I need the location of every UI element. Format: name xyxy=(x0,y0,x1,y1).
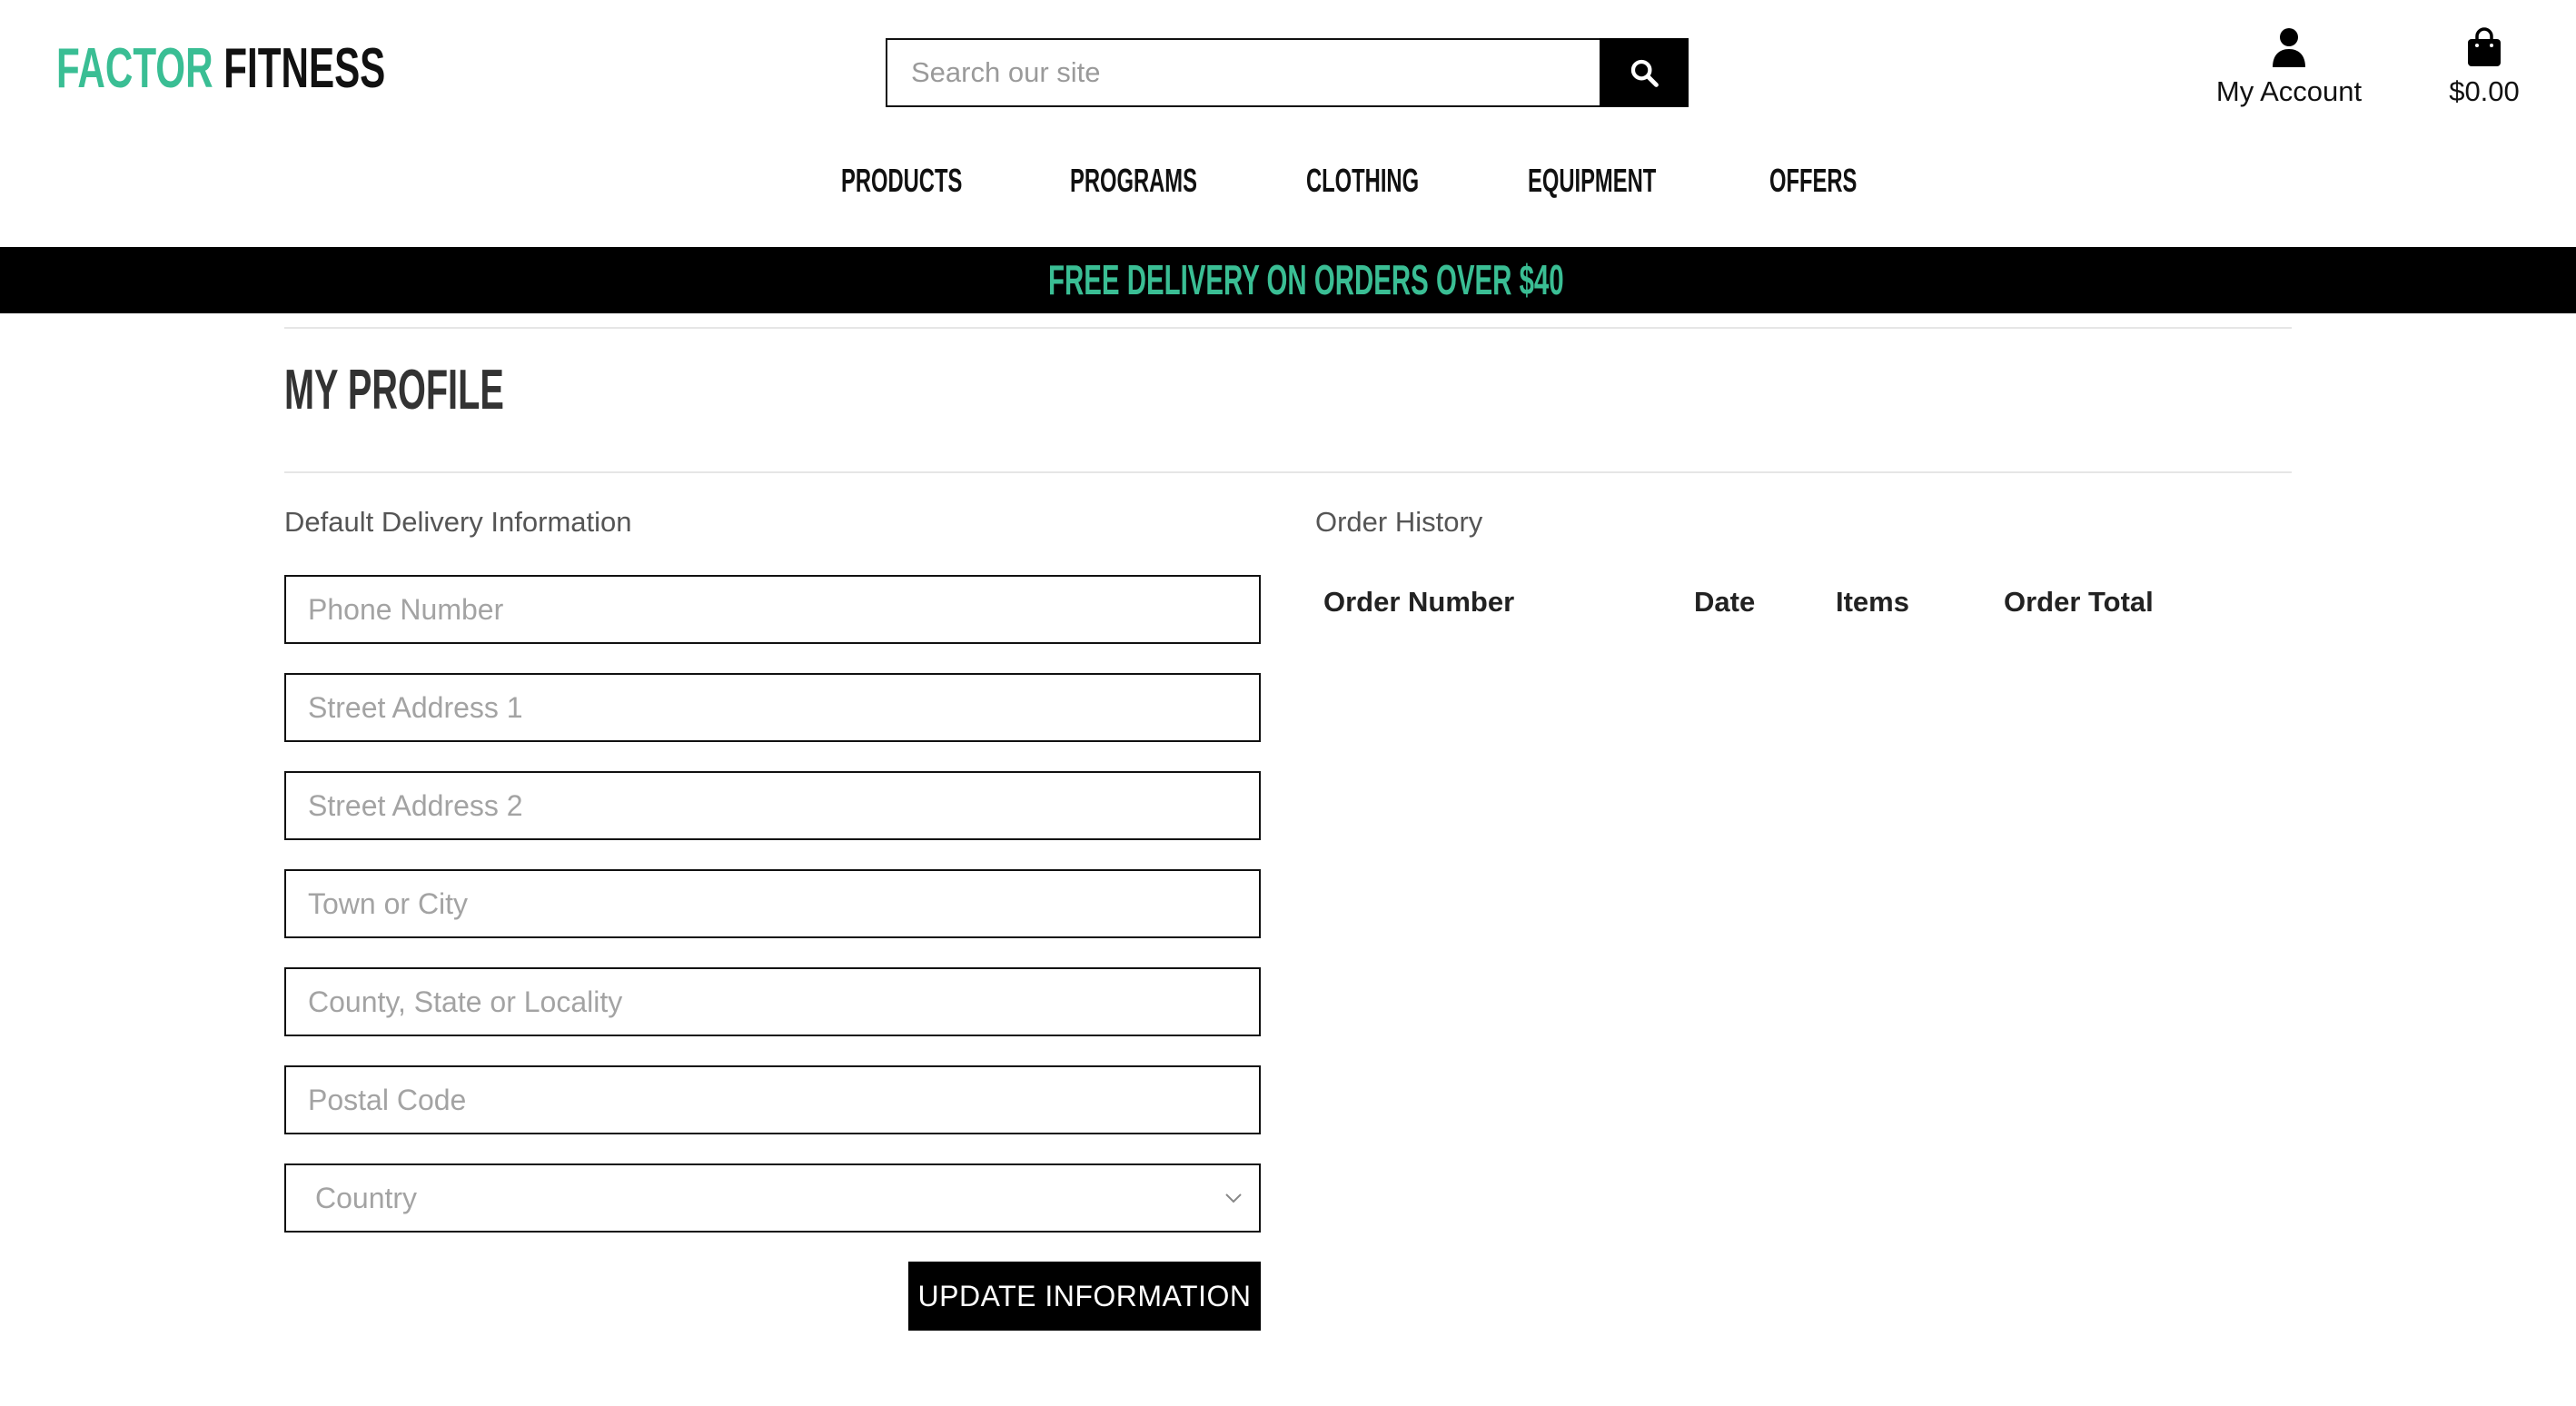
nav-offers[interactable]: OFFERS xyxy=(1769,160,1902,202)
user-icon xyxy=(2273,28,2305,67)
column-items: Items xyxy=(1836,586,1909,618)
shopping-bag-link[interactable]: $0.00 xyxy=(2434,27,2534,108)
street-address-2-field[interactable] xyxy=(284,771,1261,840)
delivery-banner: FREE DELIVERY ON ORDERS OVER $40 xyxy=(0,247,2576,313)
delivery-heading: Default Delivery Information xyxy=(284,506,632,538)
my-account-link[interactable]: My Account xyxy=(2207,27,2371,108)
main-nav: PRODUCTS PROGRAMS CLOTHING EQUIPMENT OFF… xyxy=(0,160,2576,202)
country-select[interactable]: Country xyxy=(284,1163,1261,1233)
bag-total: $0.00 xyxy=(2449,75,2520,107)
page-title: MY PROFILE xyxy=(284,359,504,421)
county-field[interactable] xyxy=(284,967,1261,1036)
update-information-button[interactable]: UPDATE INFORMATION xyxy=(908,1262,1261,1331)
nav-programs[interactable]: PROGRAMS xyxy=(1070,160,1263,202)
banner-text: FREE DELIVERY ON ORDERS OVER $40 xyxy=(1048,256,1564,303)
column-order-number: Order Number xyxy=(1323,586,1515,618)
search-form xyxy=(886,38,1689,107)
column-date: Date xyxy=(1694,586,1756,618)
nav-equipment[interactable]: EQUIPMENT xyxy=(1528,160,1722,202)
nav-clothing[interactable]: CLOTHING xyxy=(1306,160,1477,202)
site-logo[interactable]: FACTOR FITNESS xyxy=(56,41,540,97)
my-account-label: My Account xyxy=(2215,75,2363,107)
column-order-total: Order Total xyxy=(2004,586,2154,618)
title-divider xyxy=(284,471,2292,473)
nav-products[interactable]: PRODUCTS xyxy=(841,160,1025,202)
shopping-bag-icon xyxy=(2468,27,2501,66)
logo-factor: FACTOR xyxy=(56,37,213,100)
town-or-city-field[interactable] xyxy=(284,869,1261,938)
search-button[interactable] xyxy=(1600,38,1689,107)
street-address-1-field[interactable] xyxy=(284,673,1261,742)
phone-number-field[interactable] xyxy=(284,575,1261,644)
search-input[interactable] xyxy=(886,38,1600,107)
country-select-value: Country xyxy=(315,1181,418,1214)
chevron-down-icon xyxy=(1225,1193,1242,1203)
order-history-heading: Order History xyxy=(1315,506,1483,538)
logo-fitness: FITNESS xyxy=(223,37,386,100)
postal-code-field[interactable] xyxy=(284,1065,1261,1134)
search-icon xyxy=(1630,59,1659,87)
top-divider xyxy=(284,327,2292,329)
